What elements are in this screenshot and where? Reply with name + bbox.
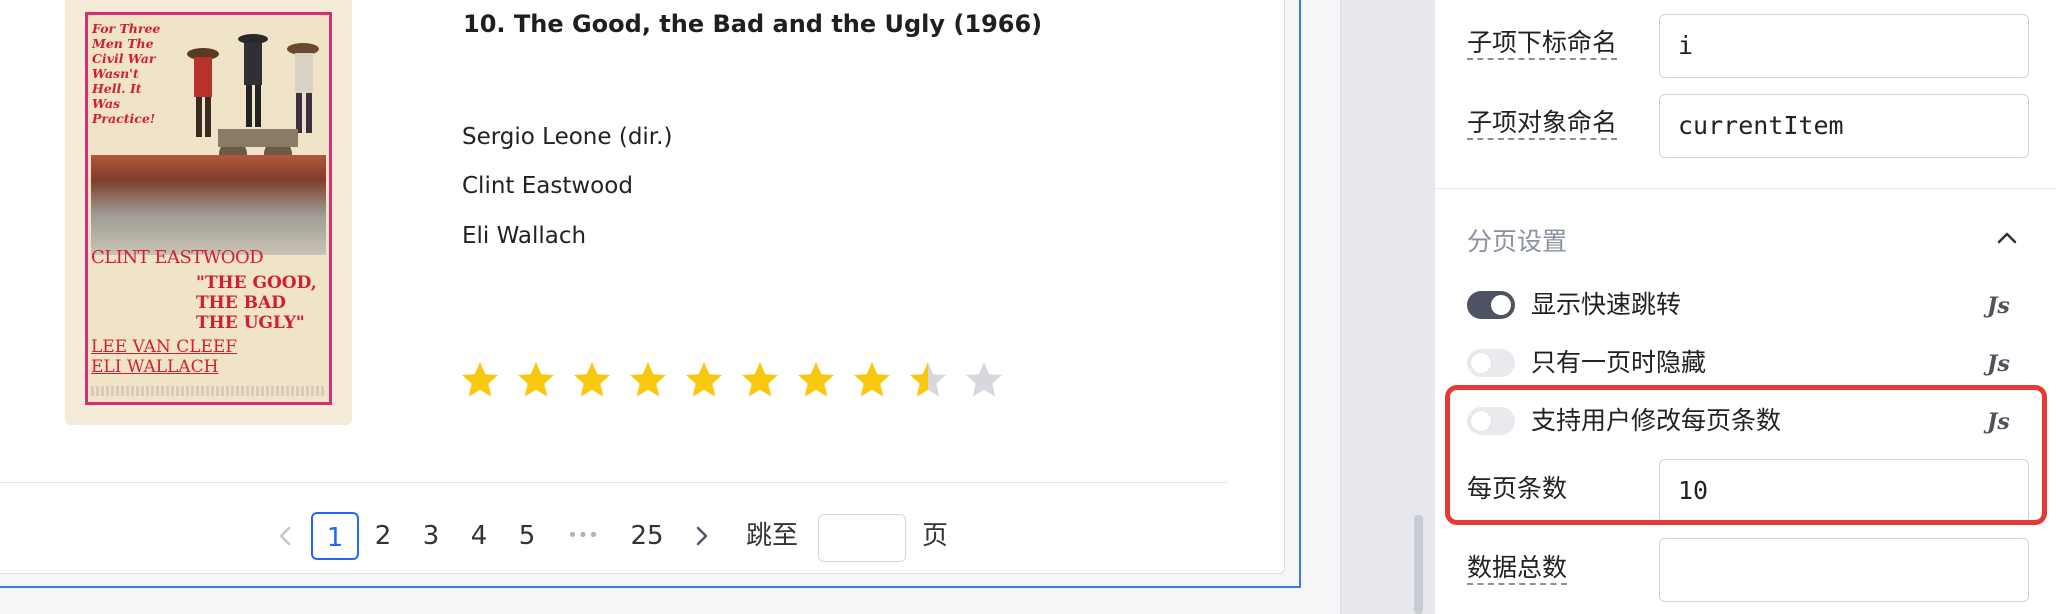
poster-battle-scene (91, 155, 326, 255)
page-button-last[interactable]: 25 (622, 512, 672, 560)
rating-stars (460, 360, 1004, 400)
poster-title-line: THE BAD (196, 293, 286, 313)
movie-list-card[interactable]: For Three Men The Civil War Wasn't Hell.… (0, 0, 1285, 574)
page-suffix-label: 页 (921, 521, 948, 551)
show-quick-jump-toggle[interactable] (1467, 291, 1515, 319)
pagination: 1 2 3 4 5 ••• 25 跳至 页 (0, 512, 1285, 562)
list-divider (0, 482, 1227, 483)
star-icon[interactable] (516, 360, 556, 400)
movie-actor: Eli Wallach (462, 223, 587, 249)
poster-fine-print (91, 386, 326, 396)
poster-title-line: THE UGLY" (196, 313, 305, 333)
poster-name: ELI WALLACH (91, 357, 219, 377)
js-expression-icon[interactable]: Js (1987, 291, 2010, 321)
star-icon[interactable] (460, 360, 500, 400)
page-button-1[interactable]: 1 (311, 512, 359, 560)
design-canvas: For Three Men The Civil War Wasn't Hell.… (0, 0, 1340, 614)
section-divider (1435, 188, 2056, 189)
toggle-knob (1491, 295, 1511, 315)
poster-title-line: "THE GOOD, (196, 273, 317, 293)
poster-cowboys-illustration (187, 34, 319, 168)
total-count-label: 数据总数 (1467, 553, 1568, 585)
poster-bottom-names: LEE VAN CLEEF ELI WALLACH (91, 337, 237, 377)
star-icon[interactable] (908, 360, 948, 400)
movie-director: Sergio Leone (dir.) (462, 124, 673, 150)
poster-artwork: For Three Men The Civil War Wasn't Hell.… (85, 12, 332, 405)
hide-on-single-page-toggle[interactable] (1467, 349, 1515, 377)
scrollbar-thumb[interactable] (1414, 515, 1423, 614)
pagination-settings-title[interactable]: 分页设置 (1467, 222, 1567, 258)
star-icon[interactable] (852, 360, 892, 400)
page-button-5[interactable]: 5 (511, 512, 543, 560)
item-name-input[interactable]: currentItem (1659, 94, 2029, 158)
poster-title-text: "THE GOOD, THE BAD THE UGLY" (196, 273, 317, 333)
hide-on-single-page-label: 只有一页时隐藏 (1531, 348, 1707, 377)
movie-actor: Clint Eastwood (462, 173, 633, 199)
jump-to-label: 跳至 (745, 521, 798, 551)
js-expression-icon[interactable]: Js (1987, 349, 2010, 379)
movie-title: 10. The Good, the Bad and the Ugly (1966… (463, 10, 1043, 38)
annotation-highlight-box (1445, 385, 2047, 525)
item-name-label: 子项对象命名 (1467, 108, 1618, 140)
page-button-2[interactable]: 2 (367, 512, 399, 560)
poster-top-name: CLINT EASTWOOD (91, 247, 264, 268)
index-name-input[interactable]: i (1659, 14, 2029, 78)
chevron-left-icon[interactable] (274, 524, 298, 548)
toggle-knob (1471, 353, 1491, 373)
star-icon[interactable] (964, 360, 1004, 400)
star-icon[interactable] (740, 360, 780, 400)
page-button-3[interactable]: 3 (415, 512, 447, 560)
poster-tagline: For Three Men The Civil War Wasn't Hell.… (92, 21, 161, 126)
total-count-input[interactable] (1659, 538, 2029, 602)
poster-name: LEE VAN CLEEF (91, 337, 238, 357)
chevron-right-icon[interactable] (689, 524, 713, 548)
page-ellipsis[interactable]: ••• (558, 512, 608, 560)
show-quick-jump-label: 显示快速跳转 (1531, 290, 1682, 319)
property-panel: 子项下标命名 i 子项对象命名 currentItem 分页设置 显示快速跳转 … (1435, 0, 2056, 614)
page-button-4[interactable]: 4 (463, 512, 495, 560)
star-icon[interactable] (684, 360, 724, 400)
jump-page-input[interactable] (818, 514, 906, 562)
app-root: For Three Men The Civil War Wasn't Hell.… (0, 0, 2056, 614)
star-icon[interactable] (572, 360, 612, 400)
chevron-up-icon[interactable] (1993, 224, 2021, 252)
index-name-label: 子项下标命名 (1467, 28, 1618, 60)
canvas-side-gutter (1340, 0, 1435, 614)
star-icon[interactable] (628, 360, 668, 400)
movie-poster: For Three Men The Civil War Wasn't Hell.… (65, 0, 352, 425)
star-icon[interactable] (796, 360, 836, 400)
